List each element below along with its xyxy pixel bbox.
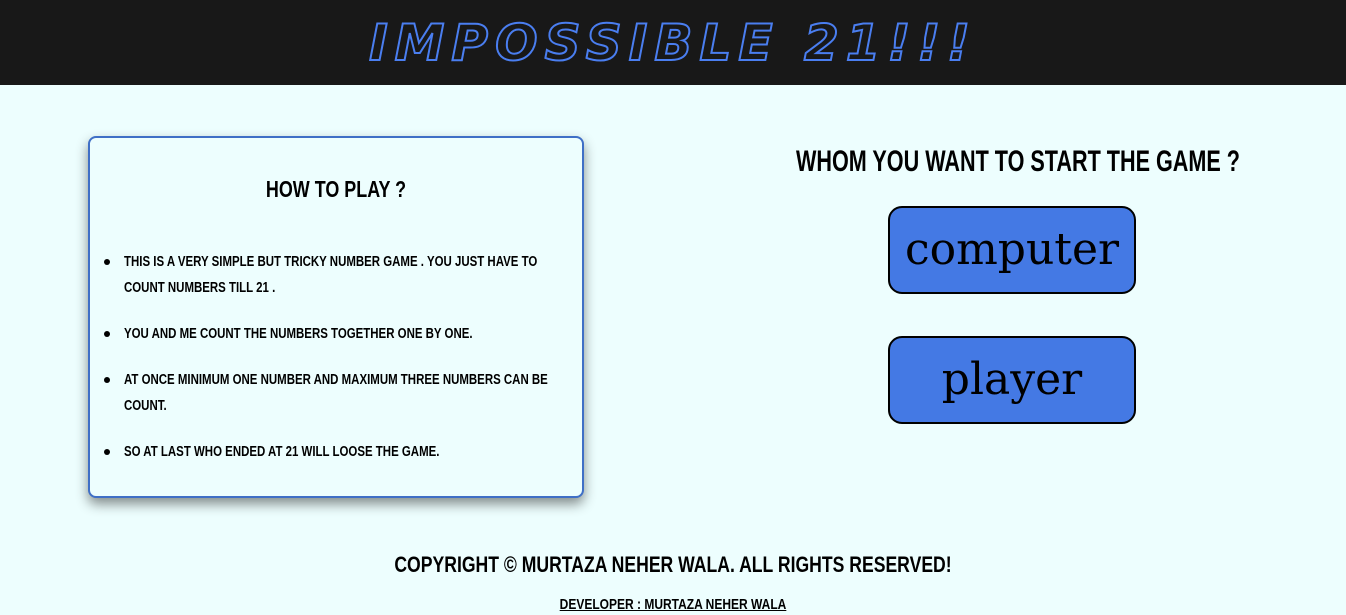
bullet-icon [104, 449, 110, 455]
rule-text: SO AT LAST WHO ENDED AT 21 WILL LOOSE TH… [124, 444, 440, 460]
developer-link[interactable]: DEVELOPER : MURTAZA NEHER WALA [135, 595, 1212, 615]
bullet-icon [104, 377, 110, 383]
how-to-play-card: HOW TO PLAY ? THIS IS A VERY SIMPLE BUT … [88, 136, 584, 498]
rule-text: YOU AND ME COUNT THE NUMBERS TOGETHER ON… [124, 326, 473, 342]
header-bar: IMPOSSIBLE 21!!! [0, 0, 1346, 85]
computer-start-button[interactable]: computer [888, 206, 1136, 294]
bullet-icon [104, 331, 110, 337]
start-prompt-heading: WHOM YOU WANT TO START THE GAME ? [796, 145, 1240, 178]
bullet-icon [104, 259, 110, 265]
copyright-text: COPYRIGHT © MURTAZA NEHER WALA. ALL RIGH… [394, 552, 952, 577]
rules-list: THIS IS A VERY SIMPLE BUT TRICKY NUMBER … [90, 138, 582, 496]
game-title: IMPOSSIBLE 21!!! [368, 13, 977, 73]
rule-text: THIS IS A VERY SIMPLE BUT TRICKY NUMBER … [124, 254, 538, 296]
player-start-button[interactable]: player [888, 336, 1136, 424]
rule-text: AT ONCE MINIMUM ONE NUMBER AND MAXIMUM T… [124, 372, 548, 414]
